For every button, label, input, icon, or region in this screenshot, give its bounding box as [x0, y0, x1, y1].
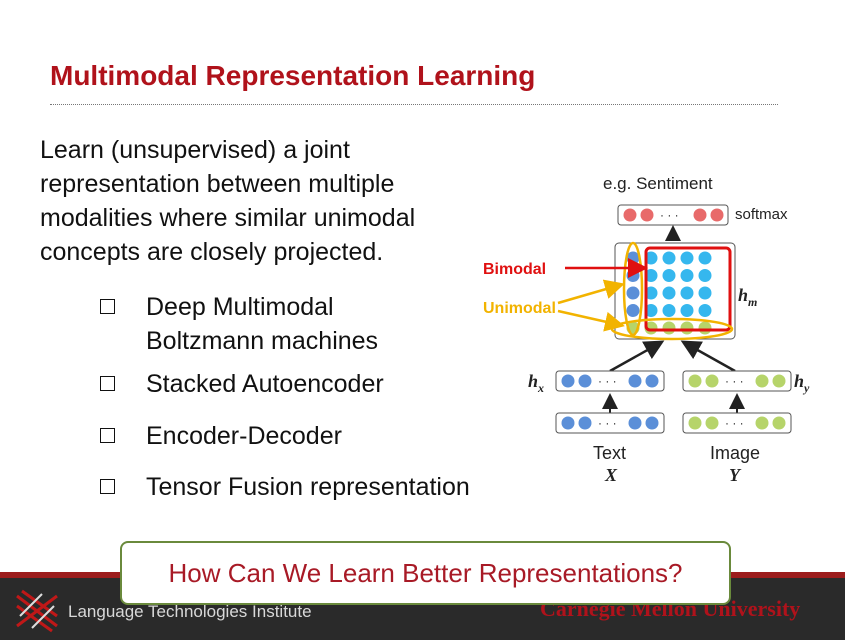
checkbox-icon	[100, 376, 115, 391]
joint-node	[698, 321, 712, 335]
softmax-dots: · · ·	[660, 208, 679, 222]
joint-node	[698, 269, 712, 282]
text-input-node	[645, 416, 659, 430]
arrow-image-to-joint	[680, 340, 736, 373]
checkbox-icon	[100, 479, 115, 494]
text-hidden-node	[561, 374, 575, 388]
text-hidden-dots: · · ·	[598, 374, 617, 388]
joint-node	[680, 304, 694, 317]
image-hidden-node	[755, 374, 769, 388]
hx-label: hx	[528, 371, 544, 395]
unimodal-arrow-up	[557, 279, 625, 305]
hy-label: hy	[794, 371, 810, 395]
joint-node	[680, 251, 694, 265]
softmax-node	[693, 208, 707, 222]
joint-node	[698, 286, 712, 300]
bullet-label: Tensor Fusion representation	[146, 473, 470, 501]
lti-logo-icon	[16, 589, 58, 633]
multimodal-diagram: e.g. Sentiment · · · softmax hm Bimodal …	[483, 174, 810, 485]
bullet-label: Deep Multimodal Boltzmann machines	[146, 293, 379, 355]
callout-box: How Can We Learn Better Representations?	[120, 541, 731, 605]
text-input-node	[578, 416, 592, 430]
joint-node	[698, 251, 712, 265]
text-input-node	[628, 416, 642, 430]
joint-node	[662, 304, 676, 317]
joint-node	[626, 269, 640, 282]
bimodal-label: Bimodal	[483, 261, 546, 278]
intro-paragraph: Learn (unsupervised) a joint representat…	[40, 136, 416, 266]
softmax-node	[640, 208, 654, 222]
image-input-node	[688, 416, 702, 430]
institute-name: Language Technologies Institute	[68, 602, 312, 621]
image-modality-var: Y	[729, 465, 742, 485]
image-modality-label: Image	[710, 443, 760, 463]
image-hidden-node	[688, 374, 702, 388]
text-modality-var: X	[604, 465, 618, 485]
arrow-text-to-joint	[609, 340, 665, 373]
bullet-label: Encoder-Decoder	[146, 422, 342, 450]
unimodal-label: Unimodal	[483, 300, 556, 317]
checkbox-icon	[100, 299, 115, 314]
image-hidden-node	[705, 374, 719, 388]
softmax-label: softmax	[735, 206, 788, 223]
image-hidden-dots: · · ·	[725, 374, 744, 388]
joint-node	[662, 321, 676, 335]
text-hidden-node	[578, 374, 592, 388]
joint-node	[698, 304, 712, 317]
image-input-node	[772, 416, 786, 430]
slide-title: Multimodal Representation Learning	[50, 60, 536, 91]
joint-node	[680, 269, 694, 282]
text-modality-label: Text	[593, 443, 626, 463]
image-input-node	[755, 416, 769, 430]
softmax-node	[623, 208, 637, 222]
joint-node	[680, 286, 694, 300]
joint-node	[662, 269, 676, 282]
text-input-node	[561, 416, 575, 430]
text-input-dots: · · ·	[598, 416, 617, 430]
checkbox-icon	[100, 428, 115, 443]
text-hidden-node	[628, 374, 642, 388]
bullet-label: Stacked Autoencoder	[146, 370, 384, 398]
joint-node	[662, 251, 676, 265]
title-rule	[50, 104, 778, 105]
hm-label: hm	[738, 285, 757, 309]
unimodal-arrow-down	[557, 309, 625, 332]
image-hidden-node	[772, 374, 786, 388]
joint-node	[680, 321, 694, 335]
output-label: e.g. Sentiment	[603, 174, 713, 193]
image-input-dots: · · ·	[725, 416, 744, 430]
softmax-node	[710, 208, 724, 222]
image-input-node	[705, 416, 719, 430]
joint-node	[626, 286, 640, 300]
joint-node	[626, 304, 640, 317]
joint-node	[662, 286, 676, 300]
text-hidden-node	[645, 374, 659, 388]
